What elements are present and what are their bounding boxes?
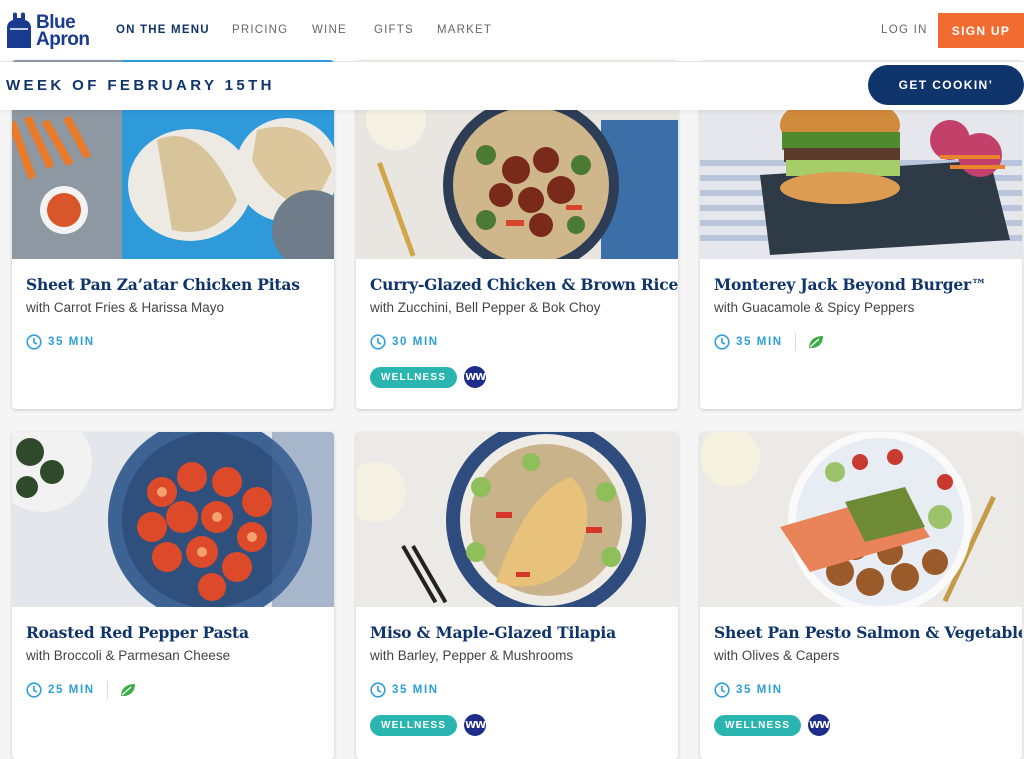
recipe-subtitle: with Barley, Pepper & Mushrooms bbox=[370, 648, 574, 663]
ww-icon: WW bbox=[808, 714, 830, 736]
cook-time: 35 MIN bbox=[714, 681, 783, 698]
cook-time: 35 MIN bbox=[714, 332, 825, 351]
recipe-card[interactable]: Curry-Glazed Chicken & Brown Rice with Z… bbox=[356, 60, 678, 409]
vegetarian-leaf-icon bbox=[120, 683, 135, 696]
recipe-info: Roasted Red Pepper Pasta with Broccoli &… bbox=[12, 607, 334, 759]
recipe-card[interactable]: Monterey Jack Beyond Burger™ with Guacam… bbox=[700, 60, 1022, 409]
cook-time-text: 30 MIN bbox=[392, 335, 439, 348]
recipe-info: Sheet Pan Pesto Salmon & Vegetables with… bbox=[700, 607, 1022, 759]
wellness-badge: WELLNESS bbox=[714, 714, 802, 736]
cook-time: 35 MIN bbox=[26, 333, 95, 350]
cook-time: 25 MIN bbox=[26, 680, 137, 699]
recipe-title[interactable]: Monterey Jack Beyond Burger™ bbox=[714, 275, 1014, 294]
recipe-card[interactable]: Roasted Red Pepper Pasta with Broccoli &… bbox=[12, 432, 334, 759]
recipe-title[interactable]: Sheet Pan Za’atar Chicken Pitas bbox=[26, 275, 326, 294]
cook-time-text: 35 MIN bbox=[736, 335, 783, 348]
recipe-card[interactable]: Sheet Pan Za’atar Chicken Pitas with Car… bbox=[12, 60, 334, 409]
cook-time: 35 MIN bbox=[370, 681, 439, 698]
ww-icon: WW bbox=[464, 714, 486, 736]
cook-time-text: 35 MIN bbox=[48, 335, 95, 348]
clock-icon bbox=[370, 681, 386, 698]
cook-time-text: 35 MIN bbox=[736, 683, 783, 696]
recipe-subtitle: with Olives & Capers bbox=[714, 648, 840, 663]
recipe-card[interactable]: Miso & Maple-Glazed Tilapia with Barley,… bbox=[356, 432, 678, 759]
recipe-title[interactable]: Roasted Red Pepper Pasta bbox=[26, 623, 326, 642]
recipe-card[interactable]: Sheet Pan Pesto Salmon & Vegetables with… bbox=[700, 432, 1022, 759]
cook-time-text: 35 MIN bbox=[392, 683, 439, 696]
recipe-subtitle: with Zucchini, Bell Pepper & Bok Choy bbox=[370, 300, 601, 315]
recipe-photo bbox=[700, 432, 1022, 607]
week-bar: WEEK OF FEBRUARY 15TH GET COOKIN’ bbox=[0, 62, 1024, 110]
wellness-badge: WELLNESS bbox=[370, 366, 458, 388]
clock-icon bbox=[370, 333, 386, 350]
recipe-subtitle: with Broccoli & Parmesan Cheese bbox=[26, 648, 231, 663]
divider bbox=[106, 680, 108, 699]
cook-time: 30 MIN bbox=[370, 333, 439, 350]
badges: WELLNESS WW bbox=[370, 714, 486, 736]
clock-icon bbox=[26, 681, 42, 698]
recipe-photo bbox=[12, 432, 334, 607]
recipe-title[interactable]: Sheet Pan Pesto Salmon & Vegetables bbox=[714, 623, 1022, 642]
wellness-badge: WELLNESS bbox=[370, 714, 458, 736]
recipe-info: Sheet Pan Za’atar Chicken Pitas with Car… bbox=[12, 259, 334, 409]
clock-icon bbox=[714, 681, 730, 698]
recipe-info: Curry-Glazed Chicken & Brown Rice with Z… bbox=[356, 259, 678, 409]
recipe-grid: Sheet Pan Za’atar Chicken Pitas with Car… bbox=[0, 0, 1024, 759]
ww-icon: WW bbox=[464, 366, 486, 388]
recipe-photo bbox=[356, 432, 678, 607]
recipe-subtitle: with Carrot Fries & Harissa Mayo bbox=[26, 300, 225, 315]
badges: WELLNESS WW bbox=[370, 366, 486, 388]
clock-icon bbox=[26, 333, 42, 350]
badges: WELLNESS WW bbox=[714, 714, 830, 736]
vegetarian-leaf-icon bbox=[808, 335, 823, 348]
get-cookin-button[interactable]: GET COOKIN’ bbox=[868, 65, 1024, 105]
clock-icon bbox=[714, 333, 730, 350]
recipe-subtitle: with Guacamole & Spicy Peppers bbox=[714, 300, 915, 315]
divider bbox=[794, 332, 796, 351]
recipe-title[interactable]: Curry-Glazed Chicken & Brown Rice bbox=[370, 275, 678, 294]
recipe-info: Monterey Jack Beyond Burger™ with Guacam… bbox=[700, 259, 1022, 409]
recipe-title[interactable]: Miso & Maple-Glazed Tilapia bbox=[370, 623, 670, 642]
recipe-info: Miso & Maple-Glazed Tilapia with Barley,… bbox=[356, 607, 678, 759]
cook-time-text: 25 MIN bbox=[48, 683, 95, 696]
week-title: WEEK OF FEBRUARY 15TH bbox=[6, 77, 275, 94]
